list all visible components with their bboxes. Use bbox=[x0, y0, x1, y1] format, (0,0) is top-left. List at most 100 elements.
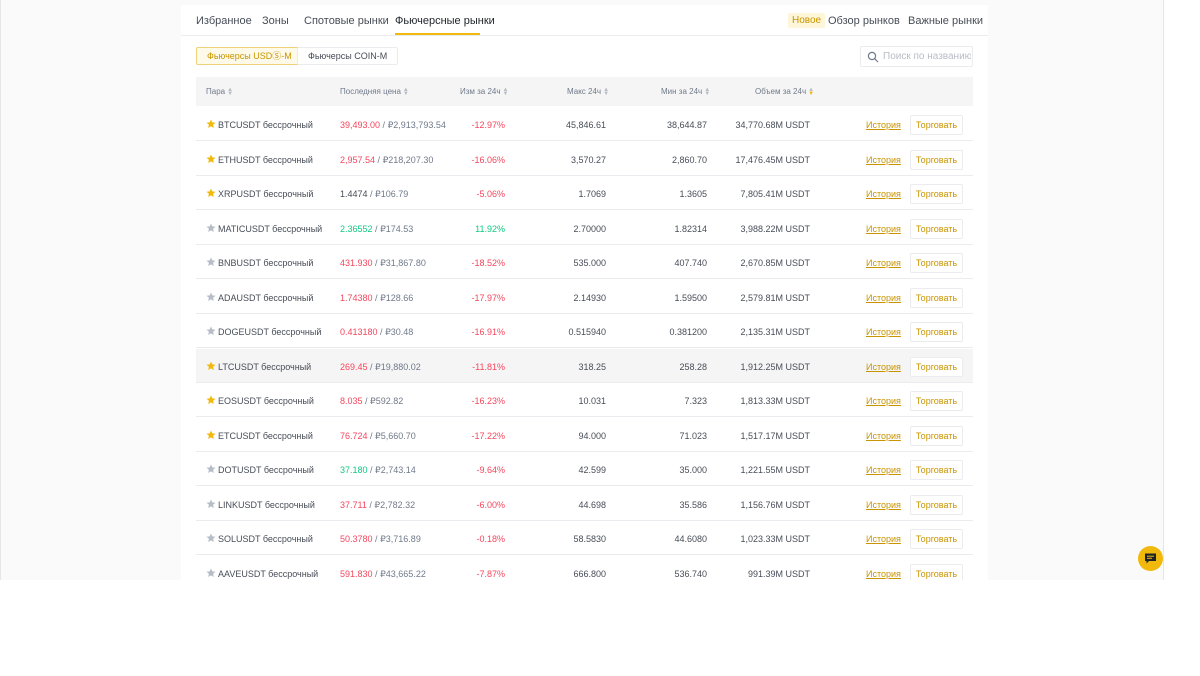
column-volume-24h[interactable]: Объем за 24ч ▲ ▼ bbox=[755, 87, 814, 97]
star-icon[interactable] bbox=[206, 292, 216, 302]
history-link[interactable]: История bbox=[866, 569, 901, 579]
pair-name[interactable]: LINKUSDT бессрочный bbox=[218, 500, 315, 510]
table-row[interactable]: ETHUSDT бессрочный 2,957.54 / ₽218,207.30… bbox=[196, 142, 973, 176]
history-link[interactable]: История bbox=[866, 362, 901, 372]
history-link[interactable]: История bbox=[866, 500, 901, 510]
tab-important-markets[interactable]: Важные рынки bbox=[908, 15, 983, 27]
star-icon[interactable] bbox=[206, 430, 216, 440]
table-row[interactable]: ADAUSDT бессрочный 1.74380 / ₽128.66 -17.9… bbox=[196, 280, 973, 314]
table-row[interactable]: BNBUSDT бессрочный 431.930 / ₽31,867.80 -1… bbox=[196, 245, 973, 279]
star-icon[interactable] bbox=[206, 464, 216, 474]
pair-name[interactable]: LTCUSDT бессрочный bbox=[218, 362, 311, 372]
table-row[interactable]: DOGEUSDT бессрочный 0.413180 / ₽30.48 -16.… bbox=[196, 314, 973, 348]
pair-name[interactable]: ADAUSDT бессрочный bbox=[218, 293, 313, 303]
pair-name[interactable]: EOSUSDT бессрочный bbox=[218, 396, 314, 406]
search-box[interactable] bbox=[860, 46, 973, 67]
star-icon[interactable] bbox=[206, 326, 216, 336]
trade-button[interactable]: Торговать bbox=[910, 115, 963, 135]
trade-button[interactable]: Торговать bbox=[910, 322, 963, 342]
table-row[interactable]: MATICUSDT бессрочный 2.36552 / ₽174.53 11.… bbox=[196, 211, 973, 245]
change-24h: -18.52% bbox=[471, 258, 505, 268]
column-low-24h[interactable]: Мин за 24ч ▲ ▼ bbox=[661, 87, 710, 97]
history-link[interactable]: История bbox=[866, 327, 901, 337]
history-link[interactable]: История bbox=[866, 534, 901, 544]
table-row[interactable]: ETCUSDT бессрочный 76.724 / ₽5,660.70 -17.… bbox=[196, 418, 973, 452]
star-icon[interactable] bbox=[206, 257, 216, 267]
table-row[interactable]: DOTUSDT бессрочный 37.180 / ₽2,743.14 -9.6… bbox=[196, 452, 973, 486]
column-last-price[interactable]: Последняя цена ▲ ▼ bbox=[340, 87, 409, 97]
volume-24h: 991.39M USDT bbox=[747, 568, 810, 579]
pair-name[interactable]: BNBUSDT бессрочный bbox=[218, 258, 313, 268]
star-icon[interactable] bbox=[206, 188, 216, 198]
pair-name[interactable]: XRPUSDT бессрочный bbox=[218, 189, 313, 199]
star-icon[interactable] bbox=[206, 154, 216, 164]
history-link[interactable]: История bbox=[866, 189, 901, 199]
filter-coinm-futures[interactable]: Фьючерсы COIN-M bbox=[297, 47, 399, 65]
trade-button[interactable]: Торговать bbox=[910, 425, 963, 446]
column-pair[interactable]: Пара ▲ ▼ bbox=[206, 87, 233, 97]
table-row[interactable]: XRPUSDT бессрочный 1.4474 / ₽106.79 -5.06%… bbox=[196, 176, 973, 210]
last-price: 2.36552 / ₽174.53 bbox=[340, 224, 413, 235]
pair-name[interactable]: BTCUSDT бессрочный bbox=[218, 120, 313, 130]
star-icon[interactable] bbox=[206, 568, 216, 578]
history-link[interactable]: История bbox=[866, 258, 901, 268]
trade-button[interactable]: Торговать bbox=[910, 391, 963, 411]
trade-button[interactable]: Торговать bbox=[910, 218, 963, 239]
table-row[interactable]: LTCUSDT бессрочный 269.45 / ₽19,880.02 -11… bbox=[196, 348, 973, 383]
filter-usdm-futures[interactable]: Фьючерсы USDⓈ-M bbox=[196, 47, 303, 65]
volume-24h: 1,221.55M USDT bbox=[740, 465, 810, 475]
high-24h: 1.7069 bbox=[578, 189, 606, 199]
trade-button[interactable]: Торговать bbox=[910, 563, 963, 580]
star-icon[interactable] bbox=[206, 361, 216, 371]
column-change-24h[interactable]: Изм за 24ч ▲ ▼ bbox=[460, 87, 509, 97]
star-icon[interactable] bbox=[206, 533, 216, 543]
star-icon[interactable] bbox=[206, 223, 216, 233]
table-row[interactable]: BTCUSDT бессрочный 39,493.00 / ₽2,913,793… bbox=[196, 107, 973, 141]
history-link[interactable]: История bbox=[866, 224, 901, 234]
tab-favorites[interactable]: Избранное bbox=[196, 15, 252, 27]
pair-name[interactable]: ETCUSDT бессрочный bbox=[218, 431, 313, 441]
trade-button[interactable]: Торговать bbox=[910, 460, 963, 480]
pair-name[interactable]: MATICUSDT бессрочный bbox=[218, 224, 322, 234]
trade-button[interactable]: Торговать bbox=[910, 356, 963, 377]
pair-name[interactable]: ETHUSDT бессрочный bbox=[218, 155, 313, 165]
chat-button[interactable] bbox=[1138, 546, 1163, 571]
pair-name[interactable]: SOLUSDT бессрочный bbox=[218, 534, 313, 544]
column-high-24h[interactable]: Макс 24ч ▲ ▼ bbox=[567, 87, 609, 97]
history-link[interactable]: История bbox=[866, 431, 901, 441]
pair-name[interactable]: DOGEUSDT бессрочный bbox=[218, 327, 321, 337]
trade-button[interactable]: Торговать bbox=[910, 494, 963, 515]
history-link[interactable]: История bbox=[866, 155, 901, 165]
table-row[interactable]: EOSUSDT бессрочный 8.035 / ₽592.82 -16.23%… bbox=[196, 383, 973, 417]
search-input[interactable] bbox=[883, 49, 971, 64]
price-separator: / bbox=[367, 465, 376, 475]
history-link[interactable]: История bbox=[866, 465, 901, 475]
trade-button[interactable]: Торговать bbox=[910, 529, 963, 549]
table-row[interactable]: LINKUSDT бессрочный 37.711 / ₽2,782.32 -6.… bbox=[196, 487, 973, 521]
trade-button[interactable]: Торговать bbox=[910, 184, 963, 204]
pair-name[interactable]: DOTUSDT бессрочный bbox=[218, 465, 314, 475]
tab-markets-overview[interactable]: Обзор рынков bbox=[828, 15, 900, 27]
history-link[interactable]: История bbox=[866, 293, 901, 303]
history-link[interactable]: История bbox=[866, 396, 901, 406]
star-icon[interactable] bbox=[206, 499, 216, 509]
tab-futures-markets[interactable]: Фьючерсные рынки bbox=[395, 15, 495, 27]
star-icon[interactable] bbox=[206, 395, 216, 405]
table-header: Пара ▲ ▼ Последняя цена ▲ ▼ Изм за 24ч ▲ ▼ Мак… bbox=[196, 77, 973, 106]
pair-name[interactable]: AAVEUSDT бессрочный bbox=[218, 569, 318, 579]
change-24h: -9.64% bbox=[476, 465, 505, 475]
trade-button[interactable]: Торговать bbox=[910, 287, 963, 308]
high-24h: 45,846.61 bbox=[565, 120, 606, 130]
tab-zones[interactable]: Зоны bbox=[262, 15, 289, 27]
history-link[interactable]: История bbox=[866, 120, 901, 130]
star-icon[interactable] bbox=[206, 119, 216, 129]
table-row[interactable]: AAVEUSDT бессрочный 591.830 / ₽43,665.22 -… bbox=[196, 556, 973, 580]
table-row[interactable]: SOLUSDT бессрочный 50.3780 / ₽3,716.89 -0.… bbox=[196, 521, 973, 555]
volume-24h: 2,670.85M USDT bbox=[740, 258, 810, 268]
volume-24h: 17,476.45M USDT bbox=[735, 154, 810, 165]
last-price: 2,957.54 / ₽218,207.30 bbox=[340, 155, 433, 166]
change-24h: -11.81% bbox=[472, 361, 505, 372]
tab-spot-markets[interactable]: Спотовые рынки bbox=[304, 15, 389, 27]
trade-button[interactable]: Торговать bbox=[910, 149, 963, 170]
trade-button[interactable]: Торговать bbox=[910, 253, 963, 273]
